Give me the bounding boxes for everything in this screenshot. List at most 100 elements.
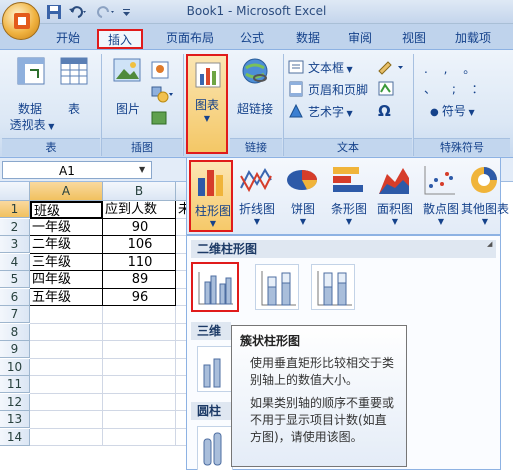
- cylinder-column-thumb[interactable]: [197, 426, 233, 470]
- clustered-column-thumb[interactable]: [191, 262, 239, 312]
- table-cell[interactable]: 五年级: [30, 288, 103, 306]
- percent-stacked-column-thumb[interactable]: [311, 264, 355, 310]
- table-cell[interactable]: [30, 323, 103, 341]
- table-cell[interactable]: 三年级: [30, 253, 103, 271]
- stacked-column-thumb[interactable]: [255, 264, 299, 310]
- name-box[interactable]: A1 ▼: [2, 161, 152, 179]
- scatter-chart-button[interactable]: 散点图 ▼: [419, 160, 463, 232]
- header-footer-button[interactable]: 页眉和页脚: [288, 80, 374, 98]
- table-cell[interactable]: 96: [103, 288, 176, 306]
- table-cell[interactable]: [30, 411, 103, 429]
- row-header[interactable]: 13: [0, 411, 30, 428]
- table-cell[interactable]: [103, 341, 176, 359]
- column-header-b[interactable]: B: [103, 182, 176, 201]
- chevron-down-icon: ▼: [345, 217, 353, 226]
- table-cell[interactable]: [30, 358, 103, 376]
- row-header[interactable]: 14: [0, 428, 30, 446]
- clipart-button[interactable]: [150, 60, 172, 80]
- table-button[interactable]: 表: [58, 56, 90, 136]
- bullet-icon: ●: [430, 107, 442, 118]
- pivot-table-button[interactable]: 数据 透视表 ▼: [8, 56, 54, 136]
- table-cell[interactable]: 四年级: [30, 271, 103, 289]
- special-symbols-row-2[interactable]: 、 ; ：: [424, 80, 504, 97]
- tab-home[interactable]: 开始: [50, 29, 86, 49]
- wordart-button[interactable]: 艺术字 ▼: [288, 102, 374, 120]
- row-header[interactable]: 7: [0, 306, 30, 323]
- picture-button[interactable]: 图片: [108, 56, 148, 136]
- row-header[interactable]: 4: [0, 253, 30, 271]
- pivot-label-2: 透视表 ▼: [4, 116, 60, 133]
- line-chart-button[interactable]: 折线图 ▼: [235, 160, 279, 232]
- table-cell[interactable]: [30, 393, 103, 411]
- table-cell[interactable]: [103, 376, 176, 394]
- select-all-corner[interactable]: [0, 182, 30, 201]
- omega-symbol-button[interactable]: Ω: [378, 102, 402, 120]
- area-chart-button[interactable]: 面积图 ▼: [373, 160, 417, 232]
- tab-review[interactable]: 审阅: [342, 29, 378, 49]
- textbox-button[interactable]: 文本框 ▼: [288, 58, 374, 76]
- row-header[interactable]: 9: [0, 341, 30, 358]
- table-cell[interactable]: [30, 428, 103, 446]
- bar-chart-button[interactable]: 条形图 ▼: [327, 160, 371, 232]
- bar-chart-icon: [333, 167, 363, 192]
- table-cell[interactable]: 班级: [30, 201, 103, 219]
- title-bar: Book1 - Microsoft Excel: [0, 0, 513, 24]
- tab-addins[interactable]: 加载项: [448, 29, 498, 49]
- table-cell[interactable]: [103, 393, 176, 411]
- table-cell[interactable]: [103, 411, 176, 429]
- table-cell[interactable]: [30, 376, 103, 394]
- special-symbols-row-1[interactable]: . , 。: [424, 60, 504, 77]
- chart-tooltip: 簇状柱形图 使用垂直矩形比较相交于类别轴上的数值大小。 如果类别轴的顺序不重要或…: [231, 325, 407, 467]
- table-cell[interactable]: 110: [103, 253, 176, 271]
- table-cell[interactable]: 89: [103, 271, 176, 289]
- row-header[interactable]: 5: [0, 271, 30, 288]
- table-cell[interactable]: [30, 306, 103, 324]
- symbol-button[interactable]: ● 符号 ▼: [424, 102, 504, 120]
- column-header-a[interactable]: A: [30, 182, 103, 201]
- table-cell[interactable]: [103, 428, 176, 446]
- table-cell[interactable]: [103, 358, 176, 376]
- 3d-column-thumb[interactable]: [197, 346, 233, 392]
- chart-button[interactable]: 图表 ▼: [186, 54, 228, 154]
- group-links: 链接: [230, 138, 282, 156]
- symbol-label-text: 符号: [441, 104, 466, 118]
- chevron-down-icon: ▼: [299, 217, 307, 226]
- row-header[interactable]: 10: [0, 358, 30, 376]
- tab-page-layout[interactable]: 页面布局: [158, 29, 222, 49]
- row-header[interactable]: 8: [0, 323, 30, 341]
- table-cell[interactable]: [103, 306, 176, 324]
- table-cell[interactable]: 应到人数: [103, 201, 176, 219]
- textbox-label: 文本框 ▼: [308, 59, 353, 76]
- resize-grip-icon[interactable]: ◢: [487, 240, 497, 250]
- shapes-button[interactable]: [150, 84, 174, 104]
- row-header[interactable]: 11: [0, 376, 30, 393]
- column-chart-button[interactable]: 柱形图 ▼: [189, 160, 233, 232]
- tab-formulas[interactable]: 公式: [234, 29, 270, 49]
- office-button[interactable]: [2, 2, 40, 40]
- row-header[interactable]: 6: [0, 288, 30, 306]
- table-cell[interactable]: 一年级: [30, 218, 103, 236]
- object-button[interactable]: [376, 80, 406, 98]
- name-box-dropdown-icon[interactable]: ▼: [139, 165, 145, 174]
- table-cell[interactable]: 二年级: [30, 236, 103, 254]
- tooltip-usage-note: 如果类别轴的顺序不重要或不用于显示项目计数(如直方图)，请使用该图。: [250, 396, 395, 444]
- tab-data[interactable]: 数据: [290, 29, 326, 49]
- tab-insert[interactable]: 插入: [97, 29, 143, 49]
- table-cell[interactable]: 90: [103, 218, 176, 236]
- signature-line-button[interactable]: [376, 58, 406, 76]
- smartart-button[interactable]: [150, 108, 172, 128]
- table-cell[interactable]: [30, 341, 103, 359]
- chart-label: 图表: [194, 98, 219, 112]
- row-header[interactable]: 12: [0, 393, 30, 411]
- row-header[interactable]: 1: [0, 201, 30, 218]
- line-chart-icon: [240, 168, 272, 193]
- row-header[interactable]: 2: [0, 218, 30, 236]
- object-icon: [378, 81, 394, 96]
- table-cell[interactable]: 106: [103, 236, 176, 254]
- table-cell[interactable]: [103, 323, 176, 341]
- row-header[interactable]: 3: [0, 236, 30, 253]
- hyperlink-button[interactable]: 超链接: [234, 56, 276, 136]
- tab-view[interactable]: 视图: [396, 29, 432, 49]
- pie-chart-button[interactable]: 饼图 ▼: [281, 160, 325, 232]
- other-charts-button[interactable]: 其他图表 ▼: [461, 160, 509, 232]
